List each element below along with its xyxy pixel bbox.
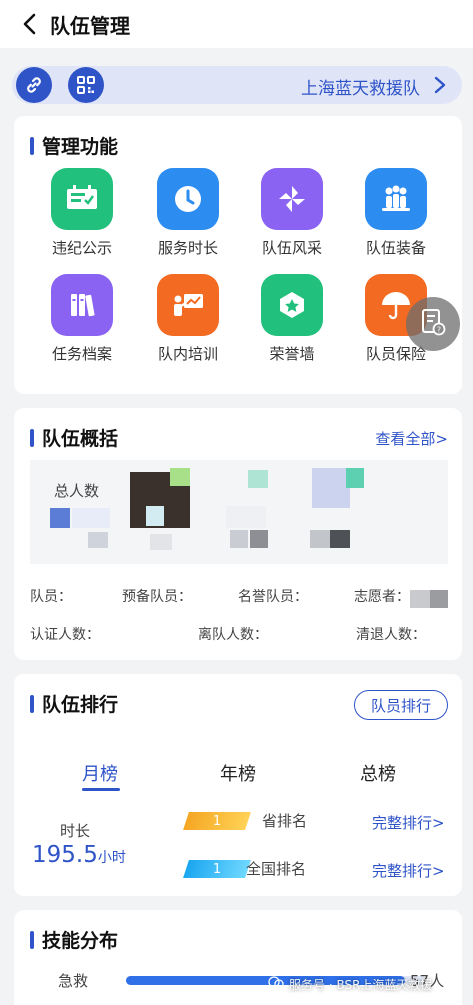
clock-icon <box>157 168 219 230</box>
team-bar[interactable]: 上海蓝天救援队 <box>12 66 462 104</box>
ranking-title: 队伍排行 <box>30 690 118 717</box>
stat-reserve-members: 预备队员： <box>122 589 192 605</box>
back-arrow-icon[interactable] <box>18 13 40 35</box>
menu-item-team-equipment[interactable]: 队伍装备 <box>346 168 446 258</box>
menu-item-honor-wall[interactable]: 荣誉墙 <box>242 274 342 364</box>
menu-item-label: 队内培训 <box>157 345 218 363</box>
national-full-ranking-link[interactable]: 完整排行> <box>372 860 445 881</box>
redacted-block <box>230 530 248 548</box>
menu-item-label: 任务档案 <box>51 345 112 363</box>
notice-board-icon <box>51 168 113 230</box>
tab-total[interactable]: 总榜 <box>360 760 396 786</box>
total-count-label: 总人数 <box>54 482 100 500</box>
menu-item-discipline[interactable]: 违纪公示 <box>32 168 132 258</box>
management-title: 管理功能 <box>30 132 118 159</box>
national-rank-label: 全国排名 <box>246 860 307 878</box>
redacted-block <box>50 508 70 528</box>
menu-item-task-archive[interactable]: 任务档案 <box>32 274 132 364</box>
stat-departed: 离队人数： <box>198 627 268 643</box>
link-icon[interactable] <box>16 67 52 103</box>
national-rank-flag: 1 <box>183 860 251 878</box>
redacted-block <box>410 590 430 608</box>
honor-badge-icon <box>261 274 323 336</box>
menu-item-label: 违纪公示 <box>51 239 112 257</box>
qr-code-icon[interactable] <box>68 67 104 103</box>
page-title: 队伍管理 <box>50 13 130 38</box>
skills-title: 技能分布 <box>30 926 118 953</box>
redacted-block <box>72 508 110 528</box>
menu-item-label: 队伍装备 <box>365 239 426 257</box>
redacted-block <box>310 530 330 548</box>
wechat-service-icon <box>268 976 284 993</box>
view-all-link[interactable]: 查看全部> <box>375 428 448 449</box>
redacted-block <box>430 590 448 608</box>
redacted-block <box>312 468 350 508</box>
redacted-block <box>248 470 268 488</box>
stat-honorary-members: 名誉队员： <box>238 589 308 605</box>
floating-feedback-button[interactable]: ? <box>406 297 460 351</box>
redacted-block <box>146 506 164 526</box>
menu-item-team-style[interactable]: 队伍风采 <box>242 168 342 258</box>
skill-label: 急救 <box>58 972 89 990</box>
province-rank-flag: 1 <box>183 812 251 830</box>
pinwheel-icon <box>261 168 323 230</box>
training-icon <box>157 274 219 336</box>
menu-item-service-hours[interactable]: 服务时长 <box>138 168 238 258</box>
duration-value: 195.5小时 <box>32 842 126 868</box>
redacted-block <box>170 468 190 486</box>
stat-members: 队员： <box>30 589 72 605</box>
redacted-block <box>330 530 350 548</box>
province-full-ranking-link[interactable]: 完整排行> <box>372 812 445 833</box>
province-rank-label: 省排名 <box>262 812 308 830</box>
menu-item-label: 队伍风采 <box>261 239 322 257</box>
stat-certified: 认证人数： <box>30 627 100 643</box>
header: 队伍管理 <box>0 0 473 48</box>
overview-title: 队伍概括 <box>30 424 118 451</box>
watermark: 服务号 · BSR上海蓝天救援 <box>268 976 432 993</box>
ranking-card: 队伍排行 队员排行 月榜 年榜 总榜 时长 195.5小时 1 省排名 完整排行… <box>14 674 462 896</box>
tab-monthly[interactable]: 月榜 <box>82 760 118 786</box>
team-name[interactable]: 上海蓝天救援队 <box>301 74 420 99</box>
redacted-block <box>150 534 172 550</box>
tab-yearly[interactable]: 年榜 <box>220 760 256 786</box>
member-rank-button[interactable]: 队员排行 <box>354 690 448 720</box>
chevron-right-icon[interactable] <box>434 76 446 98</box>
menu-item-label: 服务时长 <box>157 239 218 257</box>
active-tab-indicator <box>82 788 120 791</box>
team-people-icon <box>365 168 427 230</box>
menu-item-label: 荣誉墙 <box>269 345 315 363</box>
duration-label: 时长 <box>60 822 91 840</box>
redacted-block <box>226 506 266 528</box>
document-question-icon: ? <box>420 308 446 340</box>
redacted-block <box>250 530 268 548</box>
management-card: 管理功能 违纪公示 服务时长 队伍风采 队伍装备 任务档案 队内培训 荣誉墙 队… <box>14 116 462 394</box>
overview-card: 队伍概括 查看全部> 总人数 队员： 预备队员： 名誉队员： 志愿者： 认证人数… <box>14 408 462 660</box>
redacted-block <box>346 468 364 488</box>
menu-item-training[interactable]: 队内培训 <box>138 274 238 364</box>
file-books-icon <box>51 274 113 336</box>
stat-dismissed: 清退人数： <box>356 627 426 643</box>
redacted-block <box>88 532 108 548</box>
stat-volunteers: 志愿者： <box>354 589 410 605</box>
overview-summary: 总人数 <box>30 460 448 564</box>
svg-text:?: ? <box>437 326 441 335</box>
